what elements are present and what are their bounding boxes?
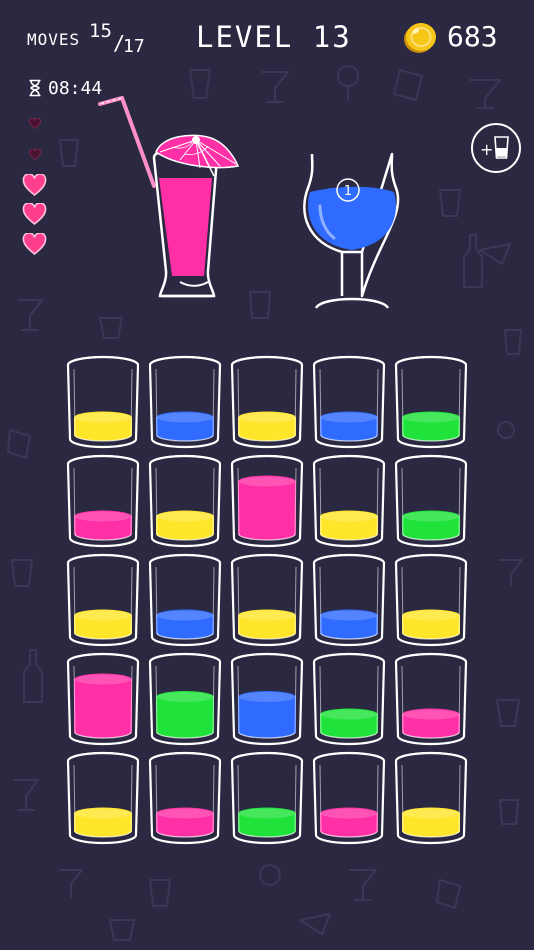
hourglass-icon — [29, 79, 41, 97]
target-count: 1 — [344, 184, 352, 199]
liquid-layer-pink — [238, 481, 296, 540]
liquid-layer-green — [156, 697, 214, 738]
heart-full-icon — [22, 233, 47, 255]
liquid-layer-blue — [238, 697, 296, 738]
coin-count: 683 — [447, 20, 498, 53]
moves-max: 17 — [123, 36, 145, 57]
add-tube-button[interactable]: + — [470, 122, 522, 174]
heart-full-icon — [22, 203, 47, 225]
target-pink-cocktail — [98, 96, 240, 298]
add-plus-sign: + — [480, 140, 493, 159]
coin-icon — [404, 23, 436, 53]
target-blue-cocktail: 1 — [303, 152, 400, 309]
pink-liquid — [159, 178, 212, 276]
moves-current: 15 — [89, 20, 112, 42]
heart-empty-icon — [29, 149, 41, 160]
moves-label: MOVES — [27, 30, 81, 49]
heart-full-icon — [22, 174, 47, 196]
timer-text: 08:44 — [48, 78, 103, 99]
heart-empty-icon — [29, 118, 41, 129]
level-title: LEVEL 13 — [196, 20, 352, 54]
liquid-layer-pink — [74, 679, 132, 738]
cocktail-umbrella — [155, 134, 240, 177]
drinking-straw — [98, 96, 156, 188]
